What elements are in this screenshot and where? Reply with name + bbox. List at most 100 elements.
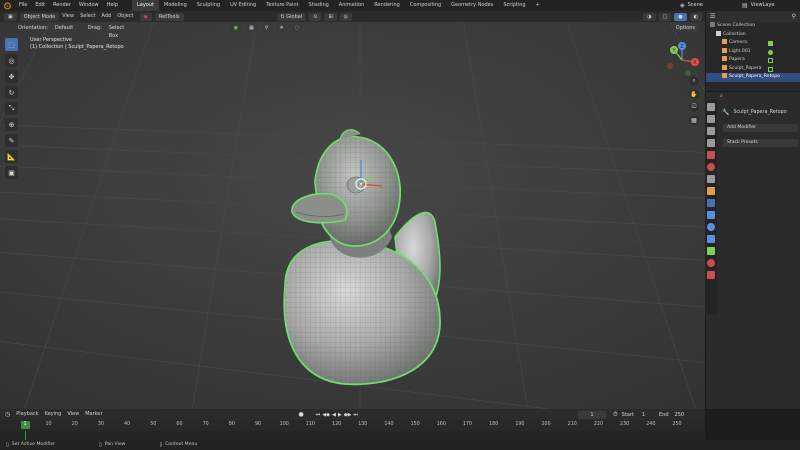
scene-tab-icon[interactable] xyxy=(707,151,715,159)
menu-view[interactable]: View xyxy=(62,11,74,22)
menu-timeline-view[interactable]: View xyxy=(67,409,79,420)
transform-orientation-dropdown[interactable]: ⇅ Global xyxy=(276,12,307,21)
texture-tab-icon[interactable] xyxy=(707,271,715,279)
tab-geometry-nodes[interactable]: Geometry Nodes xyxy=(446,0,498,11)
render-tab-icon[interactable] xyxy=(707,115,715,123)
scene-selector[interactable]: ◈ Scene xyxy=(680,0,703,11)
cursor-tool-icon[interactable]: ◎ xyxy=(5,54,18,67)
properties-search-icon[interactable]: ⌕ xyxy=(720,93,723,99)
tab-animation[interactable]: Animation xyxy=(334,0,370,11)
outliner-item-sculpt-papera-retopo[interactable]: Sculpt_Papera_Retopo xyxy=(706,73,800,82)
addon-dropdown[interactable]: RetTools xyxy=(154,12,184,21)
tool-tab-icon[interactable] xyxy=(707,103,715,111)
add-cube-tool-icon[interactable]: ▣ xyxy=(5,166,18,179)
outliner-filter-icon[interactable]: ⚲ xyxy=(792,13,796,20)
menu-edit[interactable]: Edit xyxy=(31,0,49,11)
physics-tab-icon[interactable] xyxy=(707,223,715,231)
xray-icon[interactable]: ▢ xyxy=(658,12,672,21)
perspective-toggle-icon[interactable]: ▦ xyxy=(689,115,699,125)
camera-filter-icon[interactable]: ⚲ xyxy=(260,24,273,32)
proportional-edit-icon[interactable]: ◎ xyxy=(339,12,353,21)
timeline-track[interactable] xyxy=(0,431,705,440)
play-icon[interactable]: ▶ xyxy=(338,412,342,418)
menu-select[interactable]: Select xyxy=(80,11,95,22)
options-dropdown[interactable]: Options xyxy=(671,24,699,32)
clock-icon[interactable]: ⏱ xyxy=(613,411,618,419)
tab-shading[interactable]: Shading xyxy=(303,0,333,11)
empty-filter-icon[interactable]: ◌ xyxy=(290,24,304,32)
outliner-item-papera[interactable]: Papera xyxy=(706,56,800,65)
addon-icon[interactable]: ◉ xyxy=(139,12,152,21)
3d-viewport[interactable] xyxy=(0,22,705,409)
world-tab-icon[interactable] xyxy=(707,163,715,171)
jump-start-icon[interactable]: ⏮ xyxy=(316,412,321,418)
data-tab-icon[interactable] xyxy=(707,247,715,255)
tab-scripting[interactable]: Scripting xyxy=(498,0,530,11)
outliner-item-sculpt-papera[interactable]: Sculpt_Papera xyxy=(706,64,800,74)
outliner-item-camera[interactable]: Camera xyxy=(706,39,800,48)
outliner-scene-collection[interactable]: Scene Collection xyxy=(706,22,800,31)
drag-dropdown[interactable]: Select Box xyxy=(104,24,135,39)
outliner-editor-icon[interactable]: ☰ xyxy=(710,13,715,20)
light-filter-icon[interactable]: ✳ xyxy=(275,24,288,32)
end-frame-value[interactable]: 250 xyxy=(675,412,685,418)
tab-uv-editing[interactable]: UV Editing xyxy=(225,0,261,11)
jump-end-icon[interactable]: ⏭ xyxy=(353,412,358,418)
menu-marker[interactable]: Marker xyxy=(85,409,102,420)
tab-rendering[interactable]: Rendering xyxy=(369,0,405,11)
rotate-tool-icon[interactable]: ↻ xyxy=(5,86,18,99)
current-frame-field[interactable]: 1 xyxy=(577,410,606,419)
annotate-tool-icon[interactable]: ✎ xyxy=(5,134,18,147)
constraints-tab-icon[interactable] xyxy=(707,235,715,243)
menu-playback[interactable]: Playback xyxy=(16,409,38,420)
tab-layout[interactable]: Layout xyxy=(132,0,159,11)
outliner-item-collection[interactable]: Collection xyxy=(706,30,800,40)
select-box-tool-icon[interactable]: ⬚ xyxy=(5,38,18,51)
snap-icon[interactable]: ⊞ xyxy=(324,12,337,21)
menu-object[interactable]: Object xyxy=(117,11,133,22)
pan-hand-icon[interactable]: ✋ xyxy=(689,89,699,99)
camera-view-icon[interactable]: ⎚ xyxy=(689,102,699,112)
move-tool-icon[interactable]: ✥ xyxy=(5,70,18,83)
tab-texture-paint[interactable]: Texture Paint xyxy=(261,0,303,11)
tab-sculpting[interactable]: Sculpting xyxy=(192,0,225,11)
output-tab-icon[interactable] xyxy=(707,127,715,135)
timeline-editor-icon[interactable]: ◷ xyxy=(5,411,10,418)
tab-modeling[interactable]: Modeling xyxy=(159,0,192,11)
viewport-overlays-icon[interactable]: ◑ xyxy=(643,12,656,21)
outliner-item-light[interactable]: Light.001 xyxy=(706,47,800,57)
orientation-dropdown[interactable]: Default xyxy=(50,24,79,32)
collection-tab-icon[interactable] xyxy=(707,175,715,183)
record-icon[interactable]: ● xyxy=(299,411,304,418)
material-tab-icon[interactable] xyxy=(707,259,715,267)
blender-logo-icon[interactable] xyxy=(3,1,12,10)
menu-file[interactable]: File xyxy=(15,0,31,11)
object-tab-icon[interactable] xyxy=(707,187,715,195)
view-layer-selector[interactable]: ▤ ViewLaye xyxy=(742,0,774,11)
add-workspace-button[interactable]: + xyxy=(531,0,545,11)
menu-keying[interactable]: Keying xyxy=(45,409,62,420)
menu-window[interactable]: Window xyxy=(75,0,103,11)
scale-tool-icon[interactable]: ⤡ xyxy=(5,102,18,115)
play-reverse-icon[interactable]: ◀ xyxy=(332,412,336,418)
menu-help[interactable]: Help xyxy=(103,0,122,11)
mode-dropdown[interactable]: Object Mode xyxy=(19,12,60,21)
shading-material-icon[interactable]: ◐ xyxy=(689,12,702,21)
next-keyframe-icon[interactable]: ◆▶ xyxy=(344,412,352,418)
start-frame-value[interactable]: 1 xyxy=(642,412,645,418)
pivot-point-icon[interactable]: ⊙ xyxy=(309,12,322,21)
visibility-icon[interactable]: ◉ xyxy=(229,24,243,32)
modifier-tab-icon[interactable] xyxy=(707,199,715,207)
menu-render[interactable]: Render xyxy=(49,0,75,11)
shading-solid-icon[interactable]: ● xyxy=(674,12,687,21)
particles-tab-icon[interactable] xyxy=(707,211,715,219)
selectability-icon[interactable]: ▦ xyxy=(245,24,258,32)
transform-tool-icon[interactable]: ⊕ xyxy=(5,118,18,131)
measure-tool-icon[interactable]: 📐 xyxy=(5,150,18,163)
menu-add[interactable]: Add xyxy=(102,11,112,22)
add-modifier-button[interactable]: Add Modifier xyxy=(723,124,798,132)
zoom-icon[interactable]: ⌕ xyxy=(689,76,699,86)
stack-presets-button[interactable]: Stack Presets xyxy=(723,139,798,147)
editor-type-button[interactable]: ▣ xyxy=(4,12,17,21)
viewport-scene[interactable] xyxy=(0,22,705,409)
